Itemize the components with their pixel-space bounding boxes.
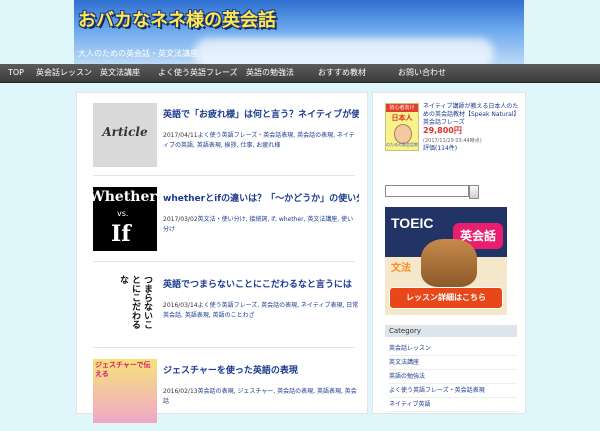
post-item: つまらないことにこだわるな 英語でつまらないことにこだわるなと言うには 2016… — [93, 273, 359, 345]
post-title[interactable]: ジェスチャーを使った英語の表現 — [163, 363, 359, 376]
post-thumbnail[interactable]: ジェスチャーで伝える — [93, 359, 157, 423]
nav-study[interactable]: 英語の勉強法 — [246, 64, 294, 82]
post-title[interactable]: 英語でつまらないことにこだわるなと言うには — [163, 277, 359, 290]
site-tagline: 大人のための英会話・英文法講座 — [78, 49, 198, 58]
site-title[interactable]: おバカなネネ様の英会話 — [78, 6, 276, 32]
post-category[interactable]: 英文法・使い分け — [198, 216, 246, 223]
search-button[interactable] — [469, 185, 479, 199]
book-title: 日本人 — [391, 114, 413, 122]
nav-contact[interactable]: お問い合わせ — [398, 64, 446, 82]
post-meta: 2016/03/14よく使う英語フレーズ, 英会話の表現, ネイティブ表現, 日… — [163, 301, 359, 321]
category-header: Category — [385, 325, 517, 337]
banner-dog-image — [421, 239, 477, 287]
search-widget — [385, 185, 517, 199]
post-meta: 2016/02/13英会話の表現, ジェスチャー, 英会話の表現, 英語表現, … — [163, 387, 359, 407]
category-item[interactable]: ネイティブ英語 — [389, 399, 517, 412]
site-header: おバカなネネ様の英会話 大人のための英会話・英文法講座 — [74, 0, 524, 64]
post-category[interactable]: よく使う英語フレーズ — [198, 302, 258, 309]
book-label: 初心者向け — [389, 105, 415, 111]
product-book-image[interactable]: 初心者向け 日本人 のための英会話教材 — [385, 103, 419, 151]
banner-bunpo-text: 文法 — [391, 263, 411, 274]
book-face-illustration — [394, 124, 412, 144]
product-title[interactable]: ネイティブ講師が教える日本人のための英会話教材【Speak Natural】英会… — [423, 103, 521, 127]
main-content: Article 英語で「お疲れ様」は何と言う？ネイティブが使う自然なフレーズまと… — [76, 92, 368, 423]
banner-toeic-text: TOEIC — [391, 215, 434, 231]
post-category[interactable]: よく使う英語フレーズ・英会話表現 — [198, 132, 294, 139]
product-price: 29,800円 — [423, 126, 462, 135]
thumbnail-if-text: If — [111, 221, 131, 247]
banner-lesson-button[interactable]: レッスン詳細はこちら — [389, 287, 503, 309]
post-meta: 2017/03/02英文法・使い分け, 接続詞, if, whether, 英文… — [163, 215, 359, 235]
category-item[interactable]: よく使う英語フレーズ・英会話表現 — [389, 385, 517, 398]
thumbnail-calligraphy-text: つまらないことにこだわるな — [118, 275, 152, 329]
lesson-banner[interactable]: TOEIC 英会話 文法 レッスン詳細はこちら — [385, 207, 507, 315]
post-date: 2016/03/14 — [163, 302, 198, 309]
nav-phrases[interactable]: よく使う英語フレーズ — [158, 64, 238, 82]
category-item[interactable]: 英会話レッスン — [389, 343, 517, 356]
thumbnail-gesture-text: ジェスチャーで伝える — [95, 361, 151, 378]
search-input[interactable] — [385, 185, 469, 197]
thumbnail-whether-text: Whether — [93, 189, 157, 205]
post-date: 2017/04/11 — [163, 132, 198, 139]
book-subtitle: のための英会話教材 — [386, 142, 418, 147]
sidebar: 初心者向け 日本人 のための英会話教材 ネイティブ講師が教える日本人のための英会… — [372, 92, 526, 414]
product-widget: 初心者向け 日本人 のための英会話教材 ネイティブ講師が教える日本人のための英会… — [385, 103, 520, 159]
post-date: 2017/03/02 — [163, 216, 198, 223]
product-price-line: 29,800円 — [423, 127, 521, 136]
nav-materials[interactable]: おすすめ教材 — [318, 64, 366, 82]
post-divider — [93, 347, 355, 348]
nav-lesson[interactable]: 英会話レッスン — [36, 64, 92, 82]
main-navigation: TOP 英会話レッスン 英文法講座 よく使う英語フレーズ 英語の勉強法 おすすめ… — [0, 64, 600, 83]
thumbnail-vs-text: vs. — [117, 209, 129, 218]
post-title[interactable]: whetherとifの違いは？「〜かどうか」の使い分けを徹底解説！ — [163, 191, 359, 204]
post-item: ジェスチャーで伝える ジェスチャーを使った英語の表現 2016/02/13英会話… — [93, 359, 357, 431]
nav-grammar[interactable]: 英文法講座 — [100, 64, 140, 82]
category-item[interactable]: 英語の勉強法 — [389, 371, 517, 384]
post-divider — [93, 261, 355, 262]
post-thumbnail[interactable]: Article — [93, 103, 157, 167]
post-divider — [93, 175, 355, 176]
thumbnail-article-text: Article — [102, 125, 148, 139]
post-category[interactable]: 英会話の表現 — [198, 388, 234, 395]
product-price-date: (2017/11/29 03:44時点) — [423, 138, 482, 144]
post-meta: 2017/04/11よく使う英語フレーズ・英会話表現, 英会話の表現, ネイティ… — [163, 131, 359, 151]
category-item[interactable]: 英文法講座 — [389, 357, 517, 370]
post-item: Article 英語で「お疲れ様」は何と言う？ネイティブが使う自然なフレーズまと… — [93, 103, 359, 175]
post-item: Whether vs. If whetherとifの違いは？「〜かどうか」の使い… — [93, 187, 359, 259]
cloud-decoration — [194, 38, 494, 64]
nav-top[interactable]: TOP — [8, 64, 24, 82]
post-date: 2016/02/13 — [163, 388, 198, 395]
post-title[interactable]: 英語で「お疲れ様」は何と言う？ネイティブが使う自然なフレーズまとめ — [163, 107, 359, 120]
product-review[interactable]: 評価(114件) — [423, 145, 521, 153]
post-thumbnail[interactable]: Whether vs. If — [93, 187, 157, 251]
post-thumbnail[interactable]: つまらないことにこだわるな — [93, 273, 157, 337]
